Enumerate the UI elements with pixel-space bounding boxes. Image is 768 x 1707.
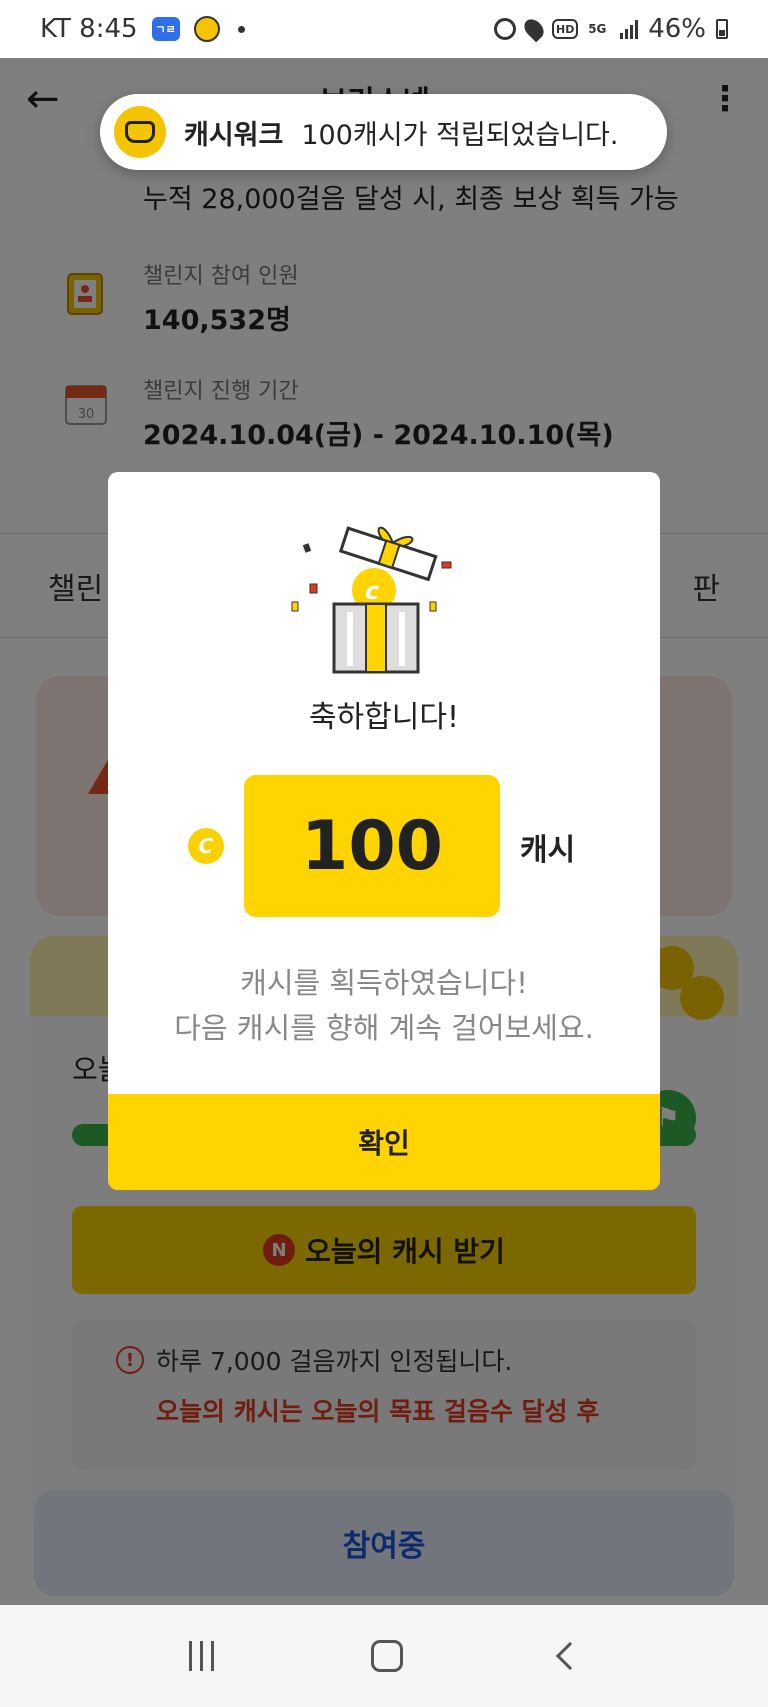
back-icon[interactable] xyxy=(555,1641,584,1671)
reward-amount: 100 xyxy=(244,775,500,917)
confirm-button[interactable]: 확인 xyxy=(108,1094,660,1190)
toast-notification[interactable]: 캐시워크 100캐시가 적립되었습니다. xyxy=(100,94,667,170)
battery-icon xyxy=(716,19,728,39)
toast-message: 100캐시가 적립되었습니다. xyxy=(301,119,619,151)
system-nav-bar xyxy=(0,1605,768,1707)
hd-voice-icon: HD xyxy=(552,19,579,39)
reward-modal: c 축하합니다! C 100 캐시 캐시를 획득하였습니다! 다음 캐시를 향해… xyxy=(108,472,660,1190)
app-notification-icon: ㄱㄹ xyxy=(151,17,180,41)
cashwalk-app-icon xyxy=(114,106,166,158)
home-icon[interactable] xyxy=(370,1640,403,1672)
alarm-icon xyxy=(494,18,517,40)
gift-box-icon: c xyxy=(291,526,452,674)
more-notifications-dot xyxy=(237,25,245,33)
modal-title: 축하합니다! xyxy=(308,700,460,735)
signal-icon xyxy=(620,19,639,39)
recent-apps-icon[interactable] xyxy=(188,1641,214,1671)
status-bar: KT 8:45 ㄱㄹ HD 5G 46% xyxy=(0,0,768,58)
cash-coin-icon: C xyxy=(188,828,224,864)
cashwalk-notification-icon xyxy=(193,16,220,42)
reward-amount-row: C 100 캐시 xyxy=(108,775,660,917)
network-5g-icon: 5G xyxy=(588,22,607,36)
carrier-time: KT 8:45 xyxy=(40,14,138,44)
status-left: KT 8:45 ㄱㄹ xyxy=(40,14,245,44)
status-right: HD 5G 46% xyxy=(494,14,728,44)
svg-text:c: c xyxy=(365,577,379,605)
reward-unit: 캐시 xyxy=(520,833,576,868)
toast-app-name: 캐시워크 xyxy=(184,119,284,151)
location-icon xyxy=(520,15,548,43)
modal-message-1: 캐시를 획득하였습니다! xyxy=(240,966,528,1000)
modal-message-2: 다음 캐시를 향해 계속 걸어보세요. xyxy=(174,1011,594,1045)
battery-percent: 46% xyxy=(648,14,706,44)
